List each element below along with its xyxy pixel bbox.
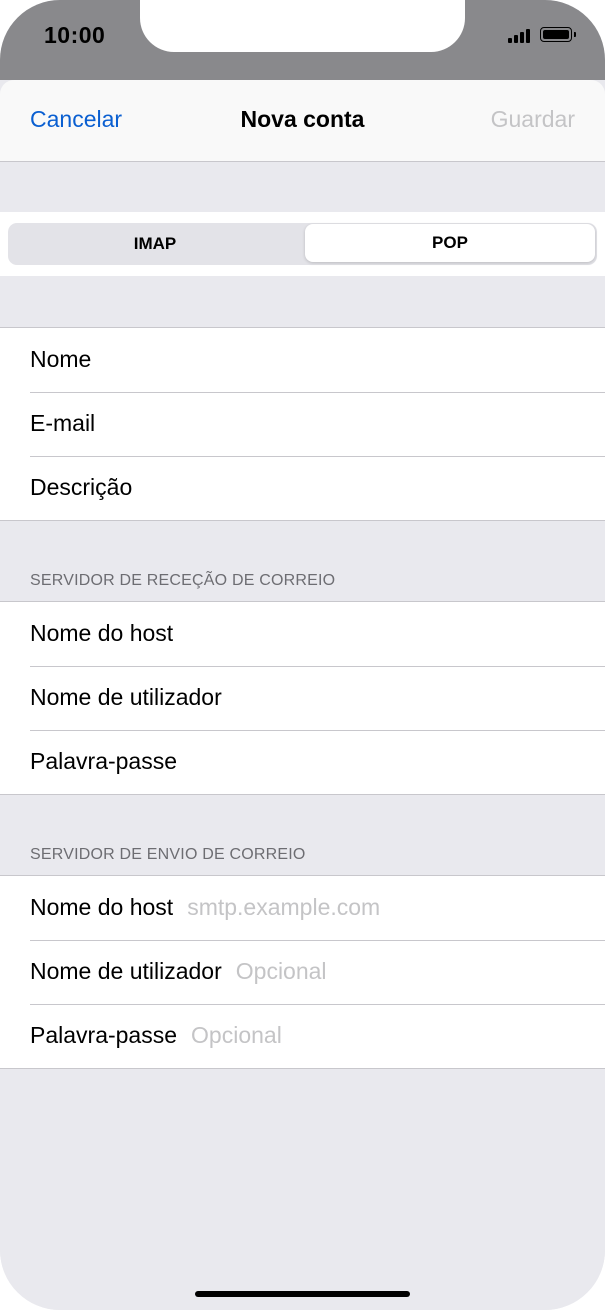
account-info-group: Nome E-mail Descrição <box>0 327 605 521</box>
outgoing-password-placeholder: Opcional <box>191 1022 282 1048</box>
outgoing-server-group: Nome do host smtp.example.com Nome de uti… <box>0 875 605 1069</box>
home-indicator[interactable] <box>195 1291 410 1297</box>
incoming-username-label: Nome de utilizador <box>30 684 222 710</box>
segmented-control: IMAP POP <box>8 223 597 265</box>
protocol-selector: IMAP POP <box>0 212 605 276</box>
new-account-sheet: Cancelar Nova conta Guardar IMAP POP Nom… <box>0 80 605 1310</box>
outgoing-host-placeholder: smtp.example.com <box>187 894 381 920</box>
incoming-server-header: SERVIDOR DE RECEÇÃO DE CORREIO <box>30 572 336 589</box>
outgoing-username-label-wrap: Nome de utilizador Opcional <box>30 958 327 985</box>
incoming-password-label: Palavra-passe <box>30 748 178 774</box>
battery-icon <box>540 27 576 42</box>
outgoing-host-label: Nome do host <box>30 894 174 920</box>
save-button[interactable]: Guardar <box>491 106 575 133</box>
incoming-server-group: Nome do host Nome de utilizador Palavra-… <box>0 601 605 795</box>
outgoing-password-label: Palavra-passe <box>30 1022 178 1048</box>
incoming-host-field[interactable]: Nome do host <box>0 602 605 666</box>
description-label: Descrição <box>30 474 133 500</box>
nav-bar: Cancelar Nova conta Guardar <box>0 80 605 162</box>
description-field[interactable]: Descrição <box>0 456 605 520</box>
email-label: E-mail <box>30 410 96 436</box>
email-field[interactable]: E-mail <box>0 392 605 456</box>
status-time: 10:00 <box>44 22 106 48</box>
incoming-host-label: Nome do host <box>30 620 174 646</box>
outgoing-server-header: SERVIDOR DE ENVIO DE CORREIO <box>30 846 306 863</box>
outgoing-password-field[interactable]: Palavra-passe Opcional <box>0 1004 605 1068</box>
incoming-password-field[interactable]: Palavra-passe <box>0 730 605 794</box>
outgoing-username-placeholder: Opcional <box>235 958 327 984</box>
segment-pop[interactable]: POP <box>305 224 595 262</box>
outgoing-username-label: Nome de utilizador <box>30 958 222 984</box>
outgoing-host-label-wrap: Nome do host smtp.example.com <box>30 894 380 921</box>
notch <box>140 0 465 52</box>
name-field[interactable]: Nome <box>0 328 605 392</box>
outgoing-username-field[interactable]: Nome de utilizador Opcional <box>0 940 605 1004</box>
outgoing-host-field[interactable]: Nome do host smtp.example.com <box>0 876 605 940</box>
signal-icon <box>508 28 530 43</box>
incoming-username-field[interactable]: Nome de utilizador <box>0 666 605 730</box>
segment-imap[interactable]: IMAP <box>8 223 302 265</box>
outgoing-password-label-wrap: Palavra-passe Opcional <box>30 1022 282 1049</box>
name-label: Nome <box>30 346 92 372</box>
status-bar: 10:00 <box>0 0 605 80</box>
phone-screen: 10:00 Cancelar Nova conta Guardar IMAP P… <box>0 0 605 1310</box>
